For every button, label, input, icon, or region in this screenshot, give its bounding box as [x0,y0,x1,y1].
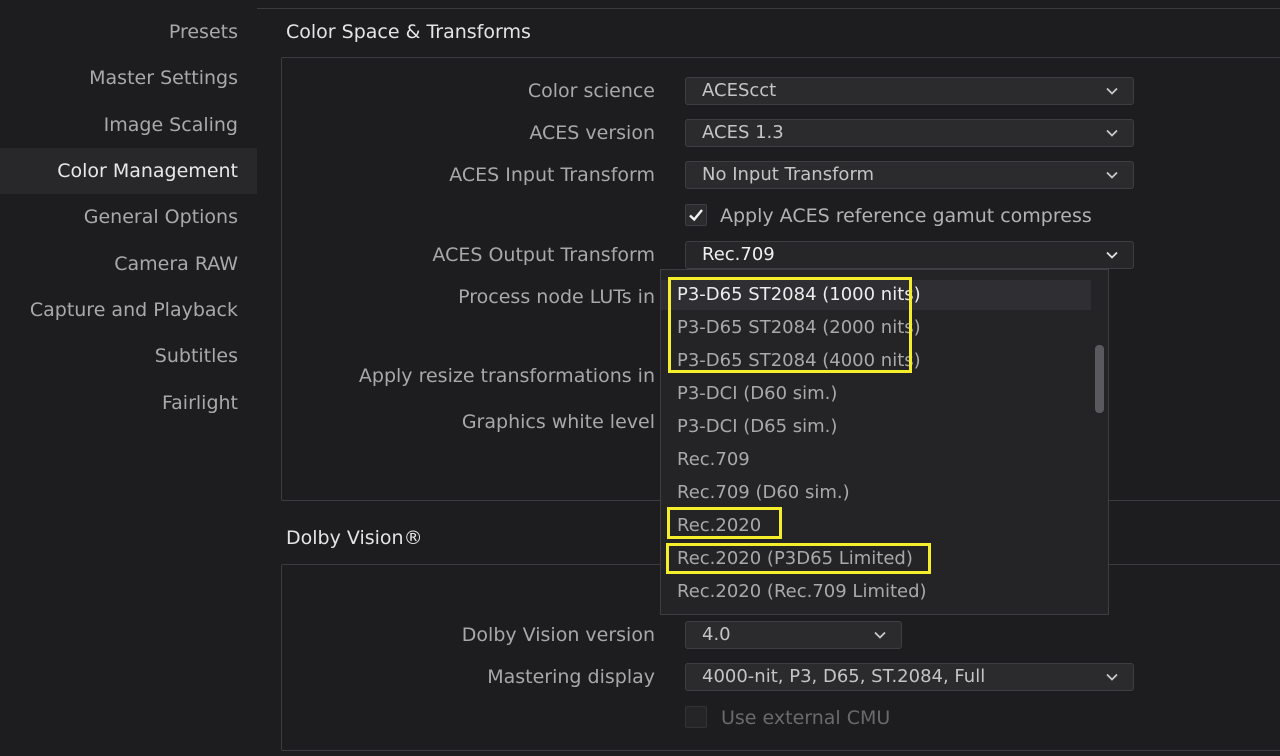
aces-version-select[interactable]: ACES 1.3 [685,119,1134,147]
apply-resize-label: Apply resize transformations in [358,365,655,387]
sidebar-item-subtitles[interactable]: Subtitles [0,333,257,379]
sidebar-item-fairlight[interactable]: Fairlight [0,380,257,426]
aces-input-transform-select[interactable]: No Input Transform [685,161,1134,189]
aces-output-transform-value: Rec.709 [702,244,775,265]
dropdown-option[interactable]: P3-D65 ST2084 (4000 nits) [661,346,1091,376]
settings-sidebar: Presets Master Settings Image Scaling Co… [0,0,257,756]
project-settings-window: Presets Master Settings Image Scaling Co… [0,0,1280,756]
color-science-select[interactable]: ACEScct [685,77,1134,105]
dropdown-option[interactable]: P3-D65 ST2084 (2000 nits) [661,313,1091,343]
sidebar-item-presets[interactable]: Presets [0,9,257,55]
sidebar-item-image-scaling[interactable]: Image Scaling [0,102,257,148]
aces-version-value: ACES 1.3 [702,122,784,143]
mastering-display-label: Mastering display [487,666,655,688]
aces-input-transform-label: ACES Input Transform [449,164,655,186]
dolby-vision-version-label: Dolby Vision version [461,624,655,646]
dropdown-option[interactable]: Rec.2020 (P3D65 Limited) [661,544,1091,574]
sidebar-item-master-settings[interactable]: Master Settings [0,55,257,101]
chevron-down-icon [1105,248,1119,262]
sidebar-item-color-management[interactable]: Color Management [0,148,257,194]
chevron-down-icon [873,628,887,642]
dolby-vision-section-title: Dolby Vision® [286,527,423,549]
dropdown-option[interactable]: Rec.2020 (Rec.709 Limited) [661,577,1091,607]
dolby-vision-version-value: 4.0 [702,624,731,645]
aces-input-transform-value: No Input Transform [702,164,875,185]
color-science-label: Color science [527,80,655,102]
color-science-value: ACEScct [702,80,777,101]
process-node-luts-label: Process node LUTs in [458,286,655,308]
dropdown-scrollbar[interactable] [1095,345,1104,413]
dropdown-option[interactable]: Rec.709 [661,445,1091,475]
chevron-down-icon [1105,126,1119,140]
gamut-compress-label: Apply ACES reference gamut compress [720,205,1092,227]
external-cmu-label: Use external CMU [721,707,891,729]
dropdown-option[interactable]: P3-D65 ST2084 (1000 nits) [661,280,1091,310]
dolby-vision-version-select[interactable]: 4.0 [685,621,902,649]
sidebar-item-camera-raw[interactable]: Camera RAW [0,241,257,287]
chevron-down-icon [1105,670,1119,684]
mastering-display-value: 4000-nit, P3, D65, ST.2084, Full [702,666,986,687]
dropdown-option[interactable]: P3-DCI (D65 sim.) [661,412,1091,442]
aces-version-label: ACES version [529,122,655,144]
aces-output-transform-label: ACES Output Transform [432,244,655,266]
chevron-down-icon [1105,168,1119,182]
aces-output-transform-select[interactable]: Rec.709 [685,241,1134,269]
dropdown-option[interactable]: Rec.709 (D60 sim.) [661,478,1091,508]
color-space-section-title: Color Space & Transforms [286,21,531,43]
dropdown-option[interactable]: Rec.2020 [661,511,1091,541]
external-cmu-checkbox[interactable] [685,706,707,728]
graphics-white-level-label: Graphics white level [461,411,655,433]
mastering-display-select[interactable]: 4000-nit, P3, D65, ST.2084, Full [685,663,1134,691]
sidebar-item-capture-and-playback[interactable]: Capture and Playback [0,287,257,333]
sidebar-item-general-options[interactable]: General Options [0,194,257,240]
checkmark-icon [689,209,703,222]
dropdown-option[interactable]: P3-DCI (D60 sim.) [661,379,1091,409]
top-divider [257,8,1280,9]
gamut-compress-checkbox[interactable] [685,204,707,226]
chevron-down-icon [1105,84,1119,98]
aces-output-transform-dropdown: P3-D65 ST2084 (1000 nits) P3-D65 ST2084 … [660,269,1109,615]
